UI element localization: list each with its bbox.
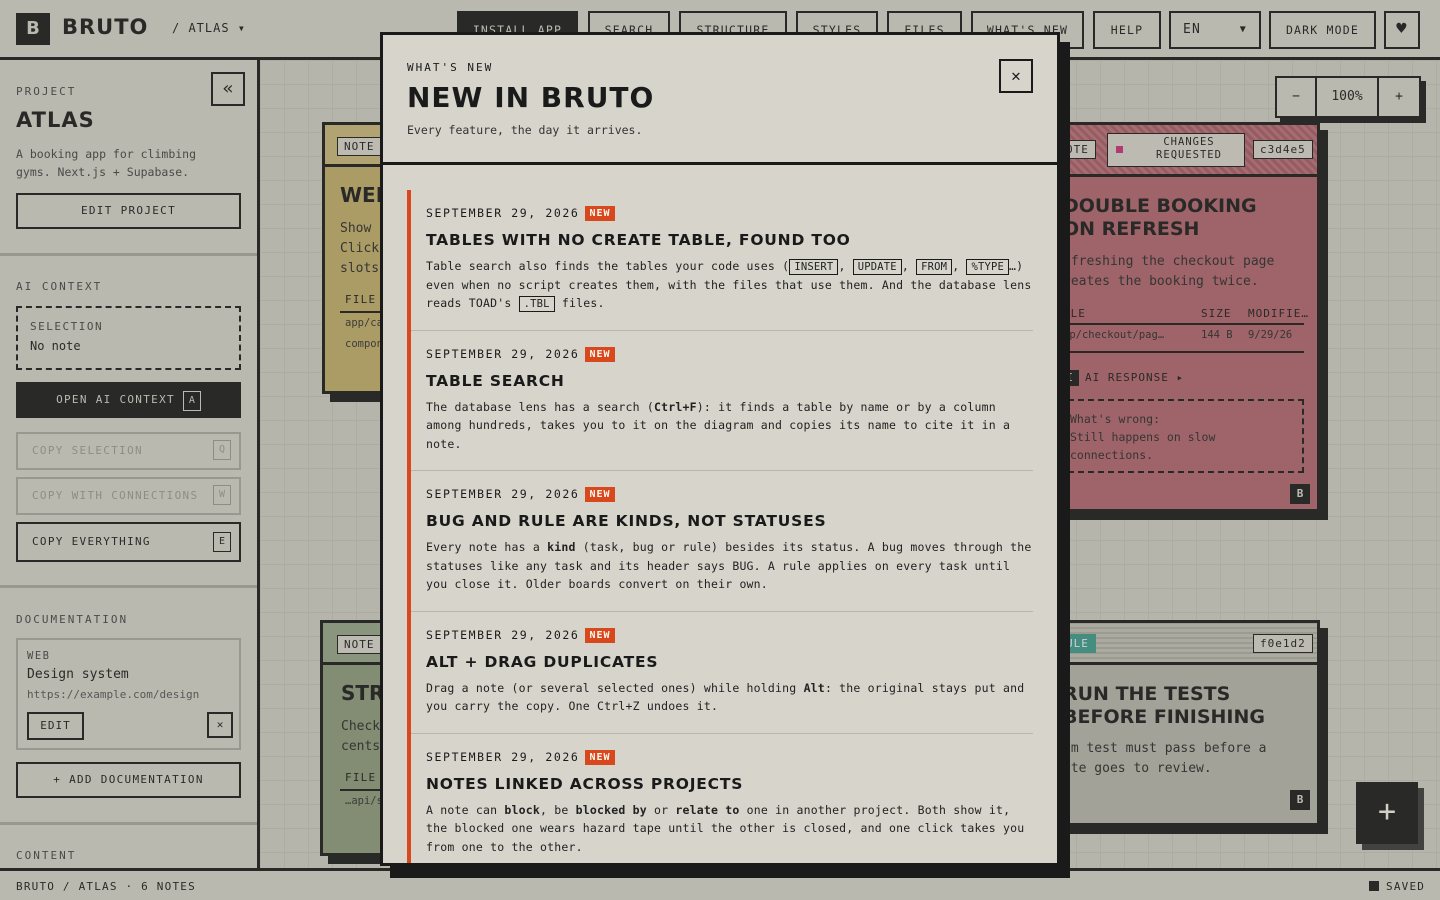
entry-emphasis: Alt xyxy=(803,680,825,695)
code-chip: .TBL xyxy=(518,296,555,312)
dialog-header: WHAT'S NEW NEW IN BRUTO Every feature, t… xyxy=(383,35,1057,165)
new-badge: NEW xyxy=(585,206,615,221)
new-badge: NEW xyxy=(585,487,615,502)
entry-emphasis: kind xyxy=(547,540,576,554)
entry-body: Drag a note (or several selected ones) w… xyxy=(426,679,1033,716)
entry-date-row: SEPTEMBER 29, 2026 NEW xyxy=(426,627,1033,643)
entry-text: Drag a note (or several selected ones) w… xyxy=(426,680,804,695)
entry-title: NOTES LINKED ACROSS PROJECTS xyxy=(426,774,744,793)
entry-text: The database lens has a search ( xyxy=(426,399,654,414)
changelog-entry: SEPTEMBER 29, 2026 NEW TABLES WITH NO CRE… xyxy=(411,190,1033,331)
dialog-kicker: WHAT'S NEW xyxy=(407,61,494,74)
entry-date: SEPTEMBER 29, 2026 xyxy=(426,749,580,764)
changelog-entry: SEPTEMBER 29, 2026 NEW NOTES LINKED ACROS… xyxy=(411,734,1033,864)
entry-emphasis: relate to xyxy=(675,802,740,817)
entry-date: SEPTEMBER 29, 2026 xyxy=(426,627,580,642)
entry-text: Every note has a xyxy=(426,540,548,554)
entry-body: Every note has a kind (task, bug or rule… xyxy=(426,538,1033,594)
entry-title: TABLES WITH NO CREATE TABLE, FOUND TOO xyxy=(426,231,851,249)
entry-text: or xyxy=(646,802,676,817)
entry-date: SEPTEMBER 29, 2026 xyxy=(426,346,580,361)
entry-body: The database lens has a search (Ctrl+F):… xyxy=(426,398,1033,454)
changelog-entry: SEPTEMBER 29, 2026 NEW TABLE SEARCH The d… xyxy=(411,331,1033,471)
entry-date-row: SEPTEMBER 29, 2026 NEW xyxy=(426,749,1033,765)
close-icon[interactable]: ✕ xyxy=(999,59,1033,93)
changelog-entry: SEPTEMBER 29, 2026 NEW ALT + DRAG DUPLICA… xyxy=(411,612,1033,734)
entry-text: A note can xyxy=(426,802,505,817)
entry-date-row: SEPTEMBER 29, 2026 NEW xyxy=(426,206,1033,221)
entry-text: Table search also finds the tables your … xyxy=(426,259,790,273)
new-badge: NEW xyxy=(585,346,615,362)
dialog-title: NEW IN BRUTO xyxy=(407,81,655,114)
entry-date: SEPTEMBER 29, 2026 xyxy=(426,206,580,220)
entry-text: , be xyxy=(540,802,576,817)
entry-emphasis: blocked by xyxy=(575,802,647,817)
entry-date-row: SEPTEMBER 29, 2026 NEW xyxy=(426,346,1033,362)
entry-text: , xyxy=(901,259,917,273)
entry-title: BUG AND RULE ARE KINDS, NOT STATUSES xyxy=(426,512,827,530)
changelog-entry: SEPTEMBER 29, 2026 NEW BUG AND RULE ARE K… xyxy=(411,471,1033,612)
dialog-subtitle: Every feature, the day it arrives. xyxy=(407,123,643,137)
entry-emphasis: Ctrl+F xyxy=(653,399,697,414)
entry-text: , xyxy=(838,259,853,273)
changelog-list: SEPTEMBER 29, 2026 NEW TABLES WITH NO CRE… xyxy=(407,190,1033,864)
code-chip: UPDATE xyxy=(852,259,902,275)
code-chip: %TYPE xyxy=(966,259,1010,275)
new-badge: NEW xyxy=(585,627,615,643)
whats-new-dialog: WHAT'S NEW NEW IN BRUTO Every feature, t… xyxy=(380,32,1060,866)
entry-body: Table search also finds the tables your … xyxy=(426,257,1033,313)
entry-text: , xyxy=(952,259,967,273)
new-badge: NEW xyxy=(585,749,615,765)
entry-text: files. xyxy=(554,296,605,310)
code-chip: FROM xyxy=(916,259,953,275)
entry-date-row: SEPTEMBER 29, 2026 NEW xyxy=(426,487,1033,502)
entry-emphasis: block xyxy=(504,802,540,817)
code-chip: INSERT xyxy=(789,259,839,275)
entry-date: SEPTEMBER 29, 2026 xyxy=(426,487,580,501)
entry-title: ALT + DRAG DUPLICATES xyxy=(426,652,659,671)
entry-body: A note can block, be blocked by or relat… xyxy=(426,801,1033,857)
entry-title: TABLE SEARCH xyxy=(426,371,565,390)
